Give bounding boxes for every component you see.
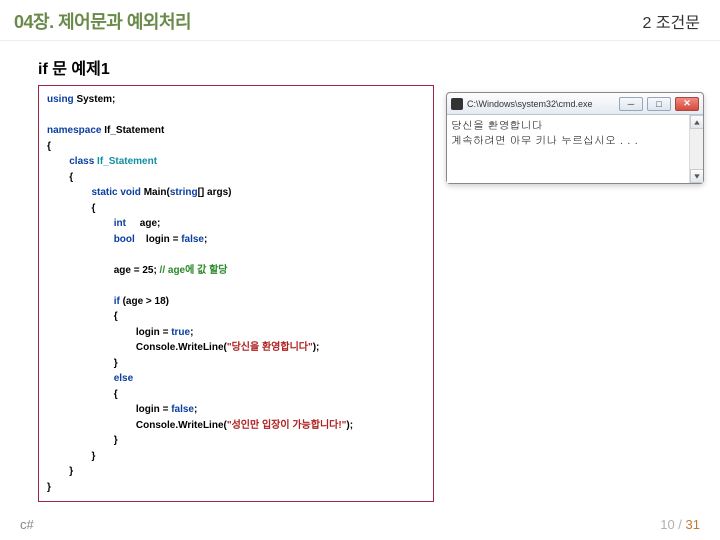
code-text: Main(	[141, 187, 170, 198]
indent	[47, 156, 69, 167]
code-text: ;	[190, 327, 193, 338]
indent	[47, 466, 69, 477]
console-line: 계속하려면 아무 키나 누르십시오 . . .	[451, 133, 638, 148]
brace: }	[91, 451, 95, 462]
brace: {	[91, 203, 95, 214]
indent	[47, 296, 114, 307]
console-output: 당신을 환영합니다 계속하려면 아무 키나 누르십시오 . . . ▲ ▼	[447, 115, 703, 183]
brace: {	[114, 311, 118, 322]
brace: {	[114, 389, 118, 400]
indent	[47, 203, 91, 214]
kw-false: false	[171, 404, 194, 415]
string-literal: "당신을 환영합니다"	[227, 342, 313, 353]
footer-left: c#	[20, 517, 34, 532]
scroll-up-icon[interactable]: ▲	[690, 115, 703, 129]
kw-namespace: namespace	[47, 125, 101, 136]
kw-false: false	[181, 234, 204, 245]
indent	[47, 342, 136, 353]
page-current: 10	[660, 517, 674, 532]
code-text: );	[346, 420, 353, 431]
indent	[47, 187, 91, 198]
scrollbar[interactable]: ▲ ▼	[689, 115, 703, 183]
indent	[47, 420, 136, 431]
indent	[47, 172, 69, 183]
scroll-down-icon[interactable]: ▼	[690, 169, 703, 183]
brace: }	[47, 482, 51, 493]
console-line: 당신을 환영합니다	[451, 118, 543, 133]
section-title: 2 조건문	[642, 9, 700, 33]
indent	[47, 451, 91, 462]
code-text: Console.WriteLine(	[136, 342, 227, 353]
indent	[47, 435, 114, 446]
cmd-icon	[451, 98, 463, 110]
minimize-button[interactable]: ─	[619, 97, 643, 111]
code-block: using System; namespace If_Statement { c…	[38, 85, 434, 502]
kw-true: true	[171, 327, 190, 338]
maximize-button[interactable]: □	[647, 97, 671, 111]
brace: }	[114, 435, 118, 446]
brace: {	[47, 141, 51, 152]
code-text: ;	[194, 404, 197, 415]
comment: // age에 값 할당	[160, 265, 228, 276]
indent	[47, 311, 114, 322]
indent	[47, 373, 114, 384]
kw-else: else	[114, 373, 133, 384]
class-name: If_Statement	[94, 156, 157, 167]
indent	[47, 218, 114, 229]
brace: {	[69, 172, 73, 183]
code-text: login =	[136, 404, 171, 415]
kw-class: class	[69, 156, 94, 167]
indent	[47, 234, 114, 245]
console-window: C:\Windows\system32\cmd.exe ─ □ ✕ 당신을 환영…	[446, 92, 704, 184]
page-sep: /	[675, 517, 686, 532]
code-text: Console.WriteLine(	[136, 420, 227, 431]
code-text: System;	[74, 94, 116, 105]
window-title: C:\Windows\system32\cmd.exe	[467, 99, 615, 109]
page-number: 10 / 31	[660, 517, 700, 532]
indent	[47, 404, 136, 415]
code-text: ;	[204, 234, 207, 245]
indent	[47, 265, 114, 276]
code-text: age = 25;	[114, 265, 160, 276]
kw-int: int	[114, 218, 126, 229]
code-text: );	[313, 342, 320, 353]
code-text: (age > 18)	[120, 296, 169, 307]
code-text: login =	[135, 234, 181, 245]
kw-using: using	[47, 94, 74, 105]
slide-footer: c# 10 / 31	[0, 517, 720, 532]
indent	[47, 327, 136, 338]
kw-string: string	[170, 187, 198, 198]
chapter-title: 04장. 제어문과 예외처리	[14, 8, 191, 34]
kw-bool: bool	[114, 234, 135, 245]
indent	[47, 358, 114, 369]
kw-static-void: static void	[91, 187, 140, 198]
close-button[interactable]: ✕	[675, 97, 699, 111]
window-titlebar[interactable]: C:\Windows\system32\cmd.exe ─ □ ✕	[447, 93, 703, 115]
brace: }	[69, 466, 73, 477]
example-title: if 문 예제1	[38, 55, 692, 79]
code-text: If_Statement	[101, 125, 164, 136]
slide-header: 04장. 제어문과 예외처리 2 조건문	[0, 0, 720, 41]
brace: }	[114, 358, 118, 369]
page-total: 31	[686, 517, 700, 532]
indent	[47, 389, 114, 400]
string-literal: "성인만 입장이 가능합니다!"	[227, 420, 347, 431]
code-text: [] args)	[198, 187, 232, 198]
code-text: login =	[136, 327, 171, 338]
code-text: age;	[126, 218, 160, 229]
